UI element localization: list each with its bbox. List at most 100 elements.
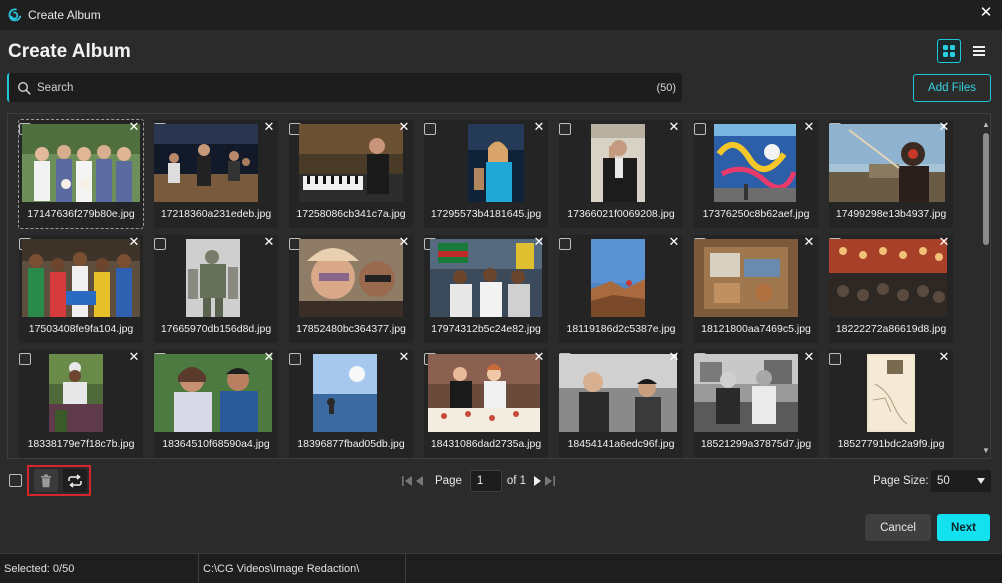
image-thumbnail <box>154 354 272 432</box>
file-name: 17366021f0069208.jpg <box>567 208 675 220</box>
next-page-button[interactable] <box>532 474 544 488</box>
scrollbar-thumb[interactable] <box>983 133 989 245</box>
add-files-button[interactable]: Add Files <box>913 74 991 102</box>
image-card[interactable]: ✕ 18521299a37875d7.jpg <box>694 350 818 458</box>
image-checkbox[interactable] <box>19 353 31 365</box>
remove-icon[interactable]: ✕ <box>938 235 950 248</box>
file-name: 18119186d2c5387e.jpg <box>566 323 676 335</box>
file-name: 18521299a37875d7.jpg <box>700 438 812 450</box>
image-thumbnail <box>714 124 796 202</box>
image-checkbox[interactable] <box>829 353 841 365</box>
image-checkbox[interactable] <box>424 123 436 135</box>
image-card[interactable]: ✕ 17503408fe9fa104.jpg <box>19 235 143 343</box>
image-card[interactable]: ✕ 17376250c8b62aef.jpg <box>694 120 818 228</box>
remove-icon[interactable]: ✕ <box>533 235 545 248</box>
image-card[interactable]: ✕ 18527791bdc2a9f9.jpg <box>829 350 953 458</box>
remove-icon[interactable]: ✕ <box>263 120 275 133</box>
page-size-select[interactable]: 50 <box>931 470 991 492</box>
grid-view-icon <box>943 45 955 57</box>
image-thumbnail <box>591 124 645 202</box>
image-checkbox[interactable] <box>559 123 571 135</box>
remove-icon[interactable]: ✕ <box>398 350 410 363</box>
image-card[interactable]: ✕ 17258086cb341c7a.jpg <box>289 120 413 228</box>
remove-icon[interactable]: ✕ <box>533 350 545 363</box>
scroll-up-icon[interactable]: ▲ <box>982 121 990 129</box>
image-card[interactable]: ✕ 18431086dad2735a.jpg <box>424 350 548 458</box>
image-thumbnail <box>867 354 915 432</box>
image-thumbnail <box>299 239 403 317</box>
image-card[interactable]: ✕ 18119186d2c5387e.jpg <box>559 235 683 343</box>
search-bar[interactable]: (50) <box>7 73 682 102</box>
image-thumbnail <box>829 239 947 317</box>
next-button[interactable]: Next <box>937 514 990 541</box>
remove-icon[interactable]: ✕ <box>668 350 680 363</box>
image-card[interactable]: ✕ 17665970db156d8d.jpg <box>154 235 278 343</box>
image-checkbox[interactable] <box>154 238 166 250</box>
remove-icon[interactable]: ✕ <box>128 235 140 248</box>
remove-icon[interactable]: ✕ <box>533 120 545 133</box>
image-card[interactable]: ✕ 18364510f68590a4.jpg <box>154 350 278 458</box>
file-name: 17218360a231edeb.jpg <box>160 208 272 220</box>
remove-icon[interactable]: ✕ <box>128 120 140 133</box>
remove-icon[interactable]: ✕ <box>803 120 815 133</box>
page-title: Create Album <box>8 41 131 62</box>
image-card[interactable]: ✕ 18121800aa7469c5.jpg <box>694 235 818 343</box>
remove-icon[interactable]: ✕ <box>263 235 275 248</box>
folder-path: C:\CG Videos\Image Redaction\ <box>199 553 406 583</box>
file-name: 17147636f279b80e.jpg <box>27 208 135 220</box>
remove-icon[interactable]: ✕ <box>398 120 410 133</box>
image-card[interactable]: ✕ 17147636f279b80e.jpg <box>18 119 144 229</box>
trash-icon <box>41 474 51 487</box>
remove-icon[interactable]: ✕ <box>128 350 140 363</box>
remove-icon[interactable]: ✕ <box>938 350 950 363</box>
select-all-checkbox[interactable] <box>9 474 22 487</box>
grid-view-button[interactable] <box>937 39 961 63</box>
image-thumbnail <box>468 124 524 202</box>
image-card[interactable]: ✕ 18222272a86619d8.jpg <box>829 235 953 343</box>
image-checkbox[interactable] <box>559 238 571 250</box>
image-card[interactable]: ✕ 17218360a231edeb.jpg <box>154 120 278 228</box>
list-view-button[interactable] <box>967 39 991 63</box>
first-page-icon <box>402 476 412 486</box>
search-result-count: (50) <box>656 81 676 94</box>
remove-icon[interactable]: ✕ <box>398 235 410 248</box>
first-page-button[interactable] <box>401 474 413 488</box>
remove-icon[interactable]: ✕ <box>263 350 275 363</box>
prev-page-button[interactable] <box>413 474 425 488</box>
scroll-down-icon[interactable]: ▼ <box>982 447 990 455</box>
remove-icon[interactable]: ✕ <box>668 235 680 248</box>
image-checkbox[interactable] <box>289 353 301 365</box>
image-thumbnail <box>313 354 377 432</box>
image-card[interactable]: ✕ 17295573b4181645.jpg <box>424 120 548 228</box>
last-page-button[interactable] <box>544 474 556 488</box>
search-icon <box>17 81 31 95</box>
remove-icon[interactable]: ✕ <box>803 350 815 363</box>
file-name: 17852480bc364377.jpg <box>296 323 406 335</box>
image-card[interactable]: ✕ 17499298e13b4937.jpg <box>829 120 953 228</box>
cancel-button[interactable]: Cancel <box>865 514 931 541</box>
delete-button[interactable] <box>34 469 58 492</box>
image-card[interactable]: ✕ 18338179e7f18c7b.jpg <box>19 350 143 458</box>
search-input[interactable] <box>37 81 657 94</box>
image-checkbox[interactable] <box>694 123 706 135</box>
page-number-input[interactable] <box>469 470 502 492</box>
image-thumbnail <box>694 354 798 432</box>
image-card[interactable]: ✕ 18454141a6edc96f.jpg <box>559 350 683 458</box>
image-card[interactable]: ✕ 18396877fbad05db.jpg <box>289 350 413 458</box>
page-label: Page <box>435 475 462 487</box>
remove-icon[interactable]: ✕ <box>803 235 815 248</box>
remove-icon[interactable]: ✕ <box>668 120 680 133</box>
file-name: 17503408fe9fa104.jpg <box>28 323 134 335</box>
image-card[interactable]: ✕ 17974312b5c24e82.jpg <box>424 235 548 343</box>
image-card[interactable]: ✕ 17366021f0069208.jpg <box>559 120 683 228</box>
file-name: 18364510f68590a4.jpg <box>162 438 270 450</box>
image-thumbnail <box>186 239 240 317</box>
vertical-scrollbar[interactable]: ▲ ▼ <box>982 121 990 455</box>
replace-button[interactable] <box>63 469 87 492</box>
file-name: 17295573b4181645.jpg <box>430 208 542 220</box>
close-icon[interactable]: ✕ <box>979 5 993 20</box>
image-card[interactable]: ✕ 17852480bc364377.jpg <box>289 235 413 343</box>
file-name: 18454141a6edc96f.jpg <box>567 438 675 450</box>
image-thumbnail <box>591 239 645 317</box>
remove-icon[interactable]: ✕ <box>938 120 950 133</box>
